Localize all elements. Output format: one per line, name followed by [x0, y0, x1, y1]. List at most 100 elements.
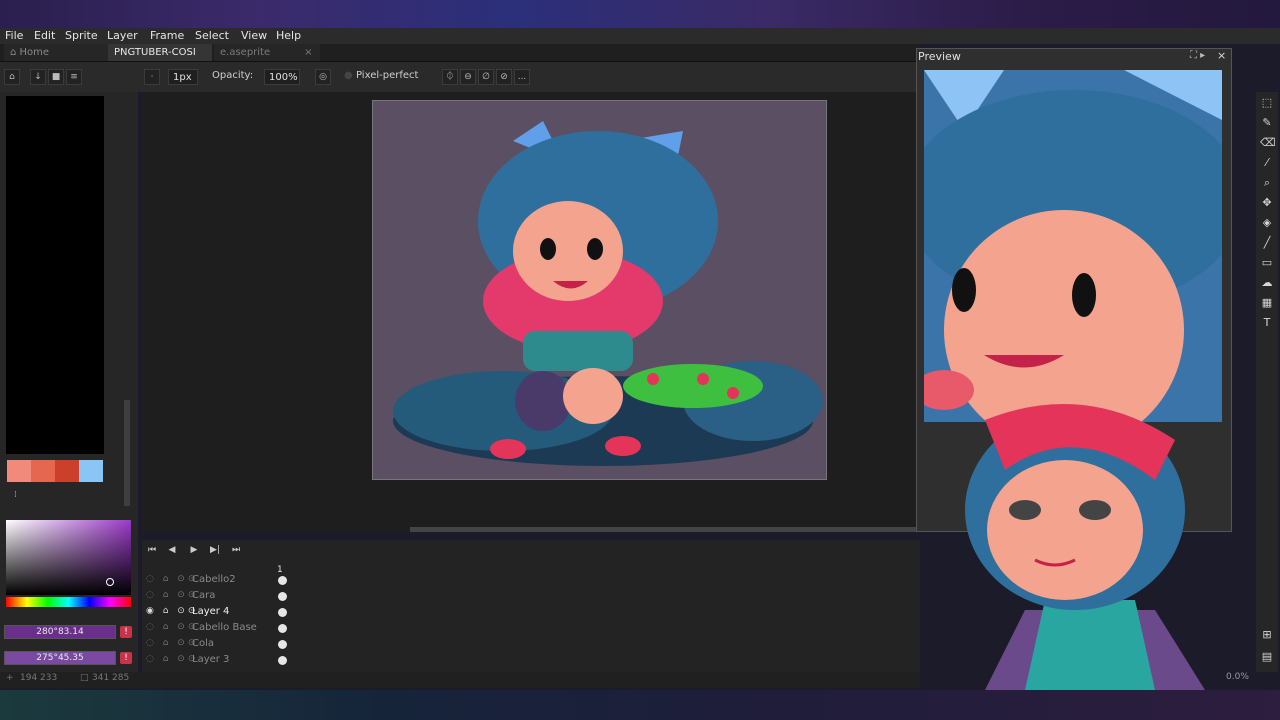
- fill-icon[interactable]: ◈: [1260, 216, 1274, 230]
- layer-name: Layer 3: [192, 654, 230, 665]
- symmetry-horizontal-icon[interactable]: ⊖: [460, 69, 476, 85]
- layer-row[interactable]: ◌ ⌂ ⊙⊙ Layer 3: [142, 652, 292, 668]
- menu-view[interactable]: View: [241, 28, 267, 44]
- secondary-color-warning-icon[interactable]: !: [120, 652, 132, 664]
- symmetry-both-icon[interactable]: ⊘: [496, 69, 512, 85]
- avatar-illustration: [965, 404, 1205, 690]
- hue-slider[interactable]: [6, 597, 131, 607]
- layer-visibility-icon[interactable]: ◌ ⌂ ⊙⊙: [146, 574, 198, 584]
- zoom-icon[interactable]: ⌕: [1260, 176, 1274, 190]
- menu-select[interactable]: Select: [195, 28, 229, 44]
- smudge-icon[interactable]: ☁: [1260, 276, 1274, 290]
- lock-icon[interactable]: ⌂: [4, 69, 20, 85]
- play-button[interactable]: ▶: [186, 544, 202, 556]
- menu-layer[interactable]: Layer: [107, 28, 138, 44]
- webcam-avatar-overlay: [905, 360, 1250, 690]
- pencil-icon[interactable]: ✎: [1260, 116, 1274, 130]
- tab-other-document[interactable]: e.aseprite ×: [214, 44, 320, 61]
- last-frame-button[interactable]: ⏭: [228, 544, 244, 556]
- layout-icon[interactable]: ▤: [1260, 650, 1274, 664]
- canvas-horizontal-scrollbar[interactable]: [410, 527, 920, 532]
- menu-edit[interactable]: Edit: [34, 28, 55, 44]
- grid-icon[interactable]: ⊞: [1260, 628, 1274, 642]
- home-icon: ⌂: [10, 47, 20, 58]
- primary-color-field[interactable]: 280°83.14: [4, 625, 116, 639]
- layer-cel[interactable]: [278, 656, 287, 665]
- selection-icon: □: [80, 673, 89, 683]
- layer-cel[interactable]: [278, 592, 287, 601]
- palette-area[interactable]: [6, 96, 104, 454]
- secondary-color-field[interactable]: 275°45.35: [4, 651, 116, 665]
- tab-home[interactable]: ⌂ Home: [4, 44, 108, 61]
- move-icon[interactable]: ✥: [1260, 196, 1274, 210]
- status-bar: [0, 672, 920, 688]
- desktop-background-bottom: [0, 690, 1280, 720]
- close-icon[interactable]: ×: [304, 47, 312, 58]
- color-picker-gradient[interactable]: [6, 520, 131, 595]
- more-options-button[interactable]: ...: [514, 69, 530, 85]
- eraser-icon[interactable]: ⌫: [1260, 136, 1276, 150]
- tab-active-document[interactable]: PNGTUBER-COSI ●: [108, 44, 212, 75]
- layer-row[interactable]: ◌ ⌂ ⊙⊙ Cara: [142, 588, 292, 604]
- sprite-canvas[interactable]: [372, 100, 827, 480]
- selection-size: 341 285: [92, 673, 130, 683]
- previous-frame-button[interactable]: ◀: [164, 544, 180, 556]
- layer-cel[interactable]: [278, 640, 287, 649]
- layer-row[interactable]: ◌ ⌂ ⊙⊙ Cola: [142, 636, 292, 652]
- menu-file[interactable]: File: [5, 28, 23, 44]
- square-brush-icon[interactable]: ■: [48, 69, 64, 85]
- primary-color-warning-icon[interactable]: !: [120, 626, 132, 638]
- preview-controls-icon[interactable]: ⛶ ▸: [1190, 50, 1205, 61]
- zoom-level[interactable]: 0.0%: [1226, 672, 1249, 682]
- pixel-perfect-label: Pixel-perfect: [356, 70, 419, 81]
- ink-icon[interactable]: ◎: [315, 69, 331, 85]
- palette-swatch-4[interactable]: [79, 460, 103, 482]
- layer-name: Cabello2: [192, 574, 236, 585]
- layer-row[interactable]: ◌ ⌂ ⊙⊙ Cabello Base: [142, 620, 292, 636]
- next-frame-button[interactable]: ▶|: [207, 544, 223, 556]
- layer-cel[interactable]: [278, 624, 287, 633]
- eyedropper-icon[interactable]: ⁄: [1260, 156, 1274, 170]
- context-bar: ⌂ ↓ ■ ≡ · 1px Opacity: 100% ◎ ● Pixel-pe…: [0, 62, 920, 93]
- blur-icon[interactable]: ▦: [1260, 296, 1274, 310]
- menu-help[interactable]: Help: [276, 28, 301, 44]
- symmetry-vertical-icon[interactable]: ⏀: [442, 69, 458, 85]
- palette-swatch-2[interactable]: [31, 460, 55, 482]
- menu-sprite[interactable]: Sprite: [65, 28, 98, 44]
- palette-scrollbar[interactable]: [124, 400, 130, 506]
- layer-visibility-icon[interactable]: ◌ ⌂ ⊙⊙: [146, 654, 198, 664]
- marquee-icon[interactable]: ⬚: [1260, 96, 1274, 110]
- layer-cel[interactable]: [278, 576, 287, 585]
- layer-visibility-icon[interactable]: ◌ ⌂ ⊙⊙: [146, 622, 198, 632]
- list-icon[interactable]: ≡: [66, 69, 82, 85]
- tab-other-label: e.aseprite: [220, 47, 271, 58]
- layer-visibility-icon[interactable]: ◉ ⌂ ⊙⊙: [146, 606, 198, 616]
- layer-name: Cabello Base: [192, 622, 257, 633]
- text-icon[interactable]: T: [1260, 316, 1274, 330]
- layer-visibility-icon[interactable]: ◌ ⌂ ⊙⊙: [146, 590, 198, 600]
- tab-bar: ⌂ Home PNGTUBER-COSI ● e.aseprite ×: [0, 44, 920, 75]
- cursor-coordinates: 194 233: [20, 673, 58, 683]
- preview-title: Preview: [918, 50, 961, 63]
- close-icon[interactable]: ×: [1217, 49, 1226, 62]
- pixel-perfect-checkbox[interactable]: ●: [344, 70, 353, 81]
- symmetry-diagonal-icon[interactable]: ∅: [478, 69, 494, 85]
- palette-menu-icon[interactable]: ⁞: [14, 490, 17, 500]
- layer-visibility-icon[interactable]: ◌ ⌂ ⊙⊙: [146, 638, 198, 648]
- dot-icon[interactable]: ·: [144, 69, 160, 85]
- menu-frame[interactable]: Frame: [150, 28, 184, 44]
- opacity-field[interactable]: 100%: [264, 69, 300, 85]
- color-picker-cursor[interactable]: [106, 578, 114, 586]
- brush-size-field[interactable]: 1px: [168, 69, 198, 85]
- layer-row-active[interactable]: ◉ ⌂ ⊙⊙ Layer 4: [142, 604, 292, 620]
- palette-swatch-1[interactable]: [7, 460, 31, 482]
- line-icon[interactable]: ╱: [1260, 236, 1274, 250]
- palette-swatch-3[interactable]: [55, 460, 79, 482]
- first-frame-button[interactable]: ⏮: [144, 544, 160, 556]
- arrow-down-icon[interactable]: ↓: [30, 69, 46, 85]
- layer-cel[interactable]: [278, 608, 287, 617]
- layer-row[interactable]: ◌ ⌂ ⊙⊙ Cabello2: [142, 572, 292, 588]
- menu-bar: File Edit Sprite Layer Frame Select View…: [0, 28, 1280, 44]
- rectangle-icon[interactable]: ▭: [1260, 256, 1274, 270]
- layer-name: Cara: [192, 590, 216, 601]
